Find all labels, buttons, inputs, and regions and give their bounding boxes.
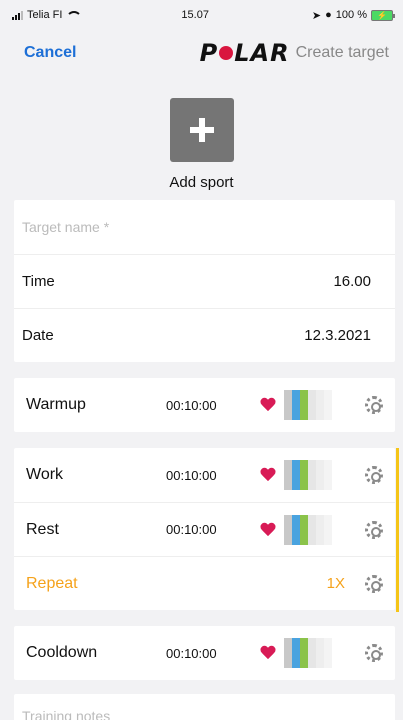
phase-duration: 00:10:00 bbox=[166, 645, 217, 661]
hr-zone-bar bbox=[284, 460, 332, 490]
time-label: Time bbox=[22, 273, 55, 290]
settings-gear-icon[interactable] bbox=[365, 466, 383, 484]
polar-logo: P LAR bbox=[199, 39, 290, 67]
status-right: ➤ ● 100 % ⚡ bbox=[311, 9, 395, 22]
repeat-label: Repeat bbox=[26, 574, 78, 592]
training-notes-field[interactable]: Training notes bbox=[14, 694, 395, 720]
repeat-count: 1X bbox=[326, 575, 345, 592]
repeat-block: Work 00:10:00 Rest 00:10:00 Repeat 1X bbox=[14, 448, 399, 612]
add-sport-label: Add sport bbox=[169, 174, 234, 191]
time-row[interactable]: Time 16.00 bbox=[14, 254, 395, 308]
nav-right: P LAR Create target bbox=[200, 39, 389, 67]
phase-name: Warmup bbox=[26, 396, 86, 413]
target-form: Target name * Time 16.00 Date 12.3.2021 bbox=[14, 200, 395, 362]
heart-icon bbox=[260, 468, 276, 482]
target-name-field[interactable]: Target name * bbox=[14, 200, 395, 254]
location-icon: ➤ bbox=[311, 9, 322, 22]
page-title: Create target bbox=[295, 44, 389, 61]
phase-name: Cooldown bbox=[26, 644, 98, 661]
time-value: 16.00 bbox=[333, 273, 371, 290]
battery-icon: ⚡ bbox=[370, 9, 395, 21]
plus-icon bbox=[189, 118, 214, 142]
cooldown-card: Cooldown 00:10:00 bbox=[14, 626, 395, 680]
date-row[interactable]: Date 12.3.2021 bbox=[14, 308, 395, 362]
alarm-icon: ● bbox=[325, 9, 332, 21]
phase-name: Rest bbox=[26, 520, 59, 538]
training-notes-placeholder: Training notes bbox=[22, 708, 111, 720]
phase-row-cooldown[interactable]: Cooldown 00:10:00 bbox=[14, 626, 395, 680]
heart-icon bbox=[260, 646, 276, 660]
battery-label: 100 % bbox=[335, 9, 367, 21]
status-bar: Telia FI 15.07 ➤ ● 100 % ⚡ bbox=[0, 0, 403, 30]
phase-name: Work bbox=[26, 466, 64, 483]
settings-gear-icon[interactable] bbox=[365, 520, 383, 539]
wifi-icon bbox=[66, 10, 83, 20]
phase-duration: 00:10:00 bbox=[166, 522, 217, 537]
phase-duration: 00:10:00 bbox=[166, 397, 217, 413]
carrier-label: Telia FI bbox=[27, 9, 63, 21]
phase-row-rest[interactable]: Rest 00:10:00 bbox=[14, 502, 395, 556]
warmup-card: Warmup 00:10:00 bbox=[14, 378, 395, 432]
signal-icon bbox=[12, 10, 23, 20]
settings-gear-icon[interactable] bbox=[365, 644, 383, 662]
status-left: Telia FI bbox=[12, 9, 83, 21]
heart-icon bbox=[260, 523, 276, 537]
navigation-bar: Cancel P LAR Create target bbox=[0, 30, 403, 76]
date-value: 12.3.2021 bbox=[304, 327, 371, 344]
phase-duration: 00:10:00 bbox=[166, 467, 217, 483]
add-sport-button[interactable] bbox=[169, 98, 234, 162]
heart-icon bbox=[260, 398, 276, 412]
phase-row-work[interactable]: Work 00:10:00 bbox=[14, 448, 395, 502]
cancel-button[interactable]: Cancel bbox=[24, 44, 76, 62]
phase-row-warmup[interactable]: Warmup 00:10:00 bbox=[14, 378, 395, 432]
settings-gear-icon[interactable] bbox=[365, 574, 383, 593]
hr-zone-bar bbox=[284, 514, 332, 545]
target-name-placeholder: Target name * bbox=[22, 219, 110, 235]
hr-zone-bar bbox=[284, 390, 332, 420]
date-label: Date bbox=[22, 327, 54, 344]
repeat-row[interactable]: Repeat 1X bbox=[14, 556, 395, 610]
settings-gear-icon[interactable] bbox=[365, 396, 383, 414]
repeat-bracket bbox=[396, 448, 399, 612]
clock: 15.07 bbox=[181, 9, 209, 21]
add-sport-section: Add sport bbox=[0, 76, 403, 200]
hr-zone-bar bbox=[284, 638, 332, 668]
